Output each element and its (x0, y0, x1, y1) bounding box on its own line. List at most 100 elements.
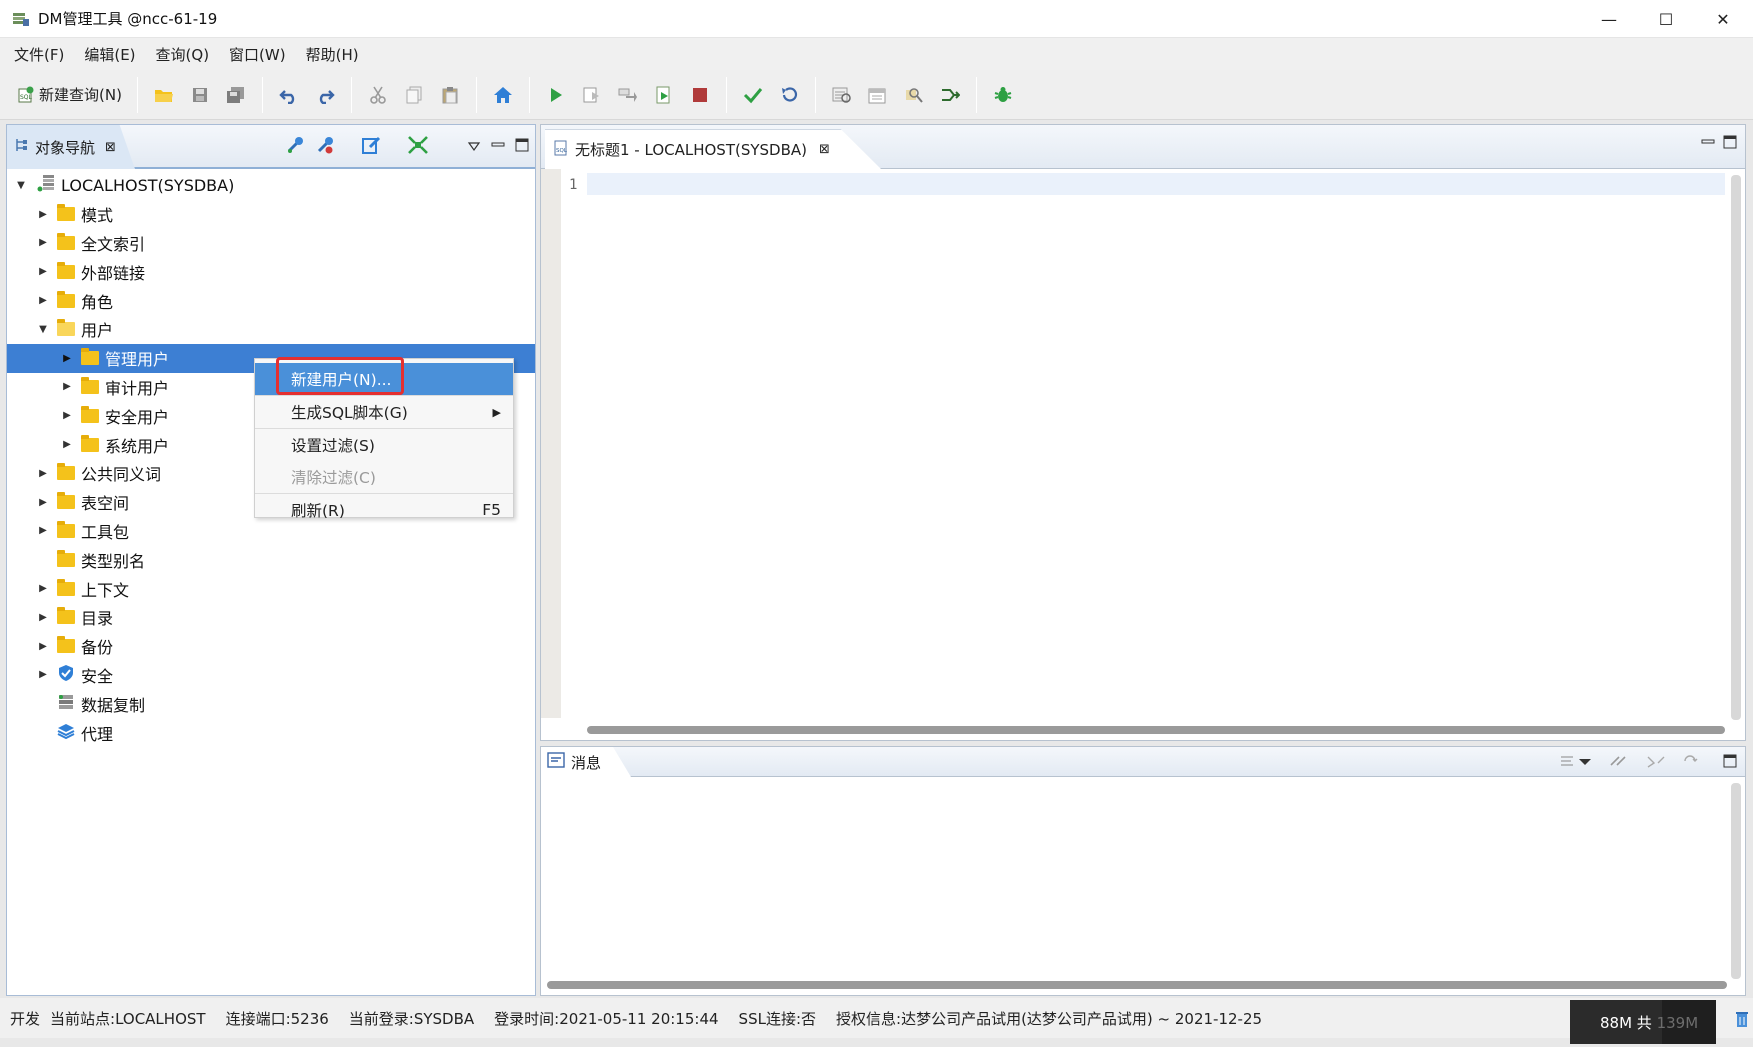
collapse-arrow-icon[interactable]: ▼ (13, 177, 29, 193)
debug-button[interactable] (986, 78, 1020, 112)
new-connection-icon[interactable] (285, 135, 305, 159)
save-all-button[interactable] (219, 78, 253, 112)
expand-arrow-icon[interactable]: ▶ (35, 667, 51, 683)
maximize-messages-icon[interactable] (1723, 754, 1737, 772)
copy-button[interactable] (397, 78, 431, 112)
menu-help[interactable]: 帮助(H) (296, 44, 369, 65)
toolbar-separator (350, 76, 352, 113)
expand-arrow-icon[interactable]: ▶ (35, 638, 51, 654)
menu-clear-filter: 清除过滤(C) (255, 461, 513, 493)
explain-button[interactable] (825, 78, 859, 112)
minimize-panel-icon[interactable] (491, 138, 505, 156)
highlight-box (276, 357, 404, 395)
expand-all-icon[interactable] (407, 135, 429, 159)
editor-horizontal-scrollbar[interactable] (587, 726, 1725, 734)
messages-horizontal-scrollbar[interactable] (547, 981, 1727, 989)
tree-item[interactable]: ▶ 全文索引 (7, 229, 535, 258)
tree-item-label: 角色 (81, 292, 114, 312)
expand-arrow-icon[interactable]: ▶ (59, 437, 75, 453)
maximize-editor-icon[interactable] (1723, 135, 1737, 153)
tab-untitled-query[interactable]: SQL 无标题1 - LOCALHOST(SYSDBA) ⊠ (545, 129, 881, 169)
commit-button[interactable] (736, 78, 770, 112)
messages-vertical-scrollbar[interactable] (1731, 783, 1741, 979)
open-button[interactable] (147, 78, 181, 112)
expand-arrow-icon[interactable]: ▶ (35, 293, 51, 309)
run-button[interactable] (539, 78, 573, 112)
menu-window[interactable]: 窗口(W) (219, 44, 296, 65)
expand-arrow-icon[interactable]: ▶ (35, 581, 51, 597)
tree-item[interactable]: ▶ 备份 (7, 632, 535, 661)
home-button[interactable] (486, 78, 520, 112)
toolbar: SQL 新建查询(N) (0, 70, 1753, 120)
edit-icon[interactable] (361, 135, 381, 159)
menu-edit[interactable]: 编辑(E) (74, 44, 145, 65)
cut-button[interactable] (361, 78, 395, 112)
redo-icon (315, 86, 335, 104)
tree-item[interactable]: ▼ 用户 (7, 315, 535, 344)
expand-arrow-icon[interactable]: ▶ (59, 408, 75, 424)
clear-messages-icon[interactable] (1609, 753, 1629, 773)
tree-item[interactable]: 数据复制 (7, 689, 535, 718)
memory-indicator[interactable]: 88M 共 139M (1570, 1000, 1716, 1044)
step-run-button[interactable] (611, 78, 645, 112)
expand-arrow-icon[interactable]: ▶ (35, 609, 51, 625)
word-wrap-icon[interactable] (1559, 753, 1593, 773)
tree-root[interactable]: ▼ LOCALHOST(SYSDBA) (7, 171, 535, 200)
expand-arrow-icon[interactable]: ▶ (35, 206, 51, 222)
stop-button[interactable] (683, 78, 717, 112)
menu-generate-sql[interactable]: 生成SQL脚本(G) ▶ (255, 396, 513, 428)
tab-messages[interactable]: 消息 (541, 747, 631, 777)
minimize-editor-icon[interactable] (1701, 135, 1715, 153)
schedule-button[interactable] (861, 78, 895, 112)
run-selected-button[interactable] (575, 78, 609, 112)
collapse-arrow-icon[interactable]: ▼ (35, 321, 51, 337)
tree-item[interactable]: ▶ 安全 (7, 661, 535, 690)
toolbar-separator (261, 76, 263, 113)
menu-query[interactable]: 查询(Q) (146, 44, 220, 65)
run-script-button[interactable] (647, 78, 681, 112)
expand-arrow-icon[interactable]: ▶ (59, 350, 75, 366)
expand-arrow-icon[interactable]: ▶ (35, 264, 51, 280)
expand-arrow-icon[interactable]: ▶ (35, 523, 51, 539)
undo-button[interactable] (272, 78, 306, 112)
maximize-button[interactable]: ☐ (1637, 0, 1695, 38)
menu-set-filter[interactable]: 设置过滤(S) (255, 429, 513, 461)
maximize-panel-icon[interactable] (515, 138, 529, 156)
rollback-button[interactable] (772, 78, 806, 112)
garbage-collect-icon[interactable] (1735, 1010, 1749, 1028)
tree-item[interactable]: 类型别名 (7, 545, 535, 574)
new-query-button[interactable]: SQL 新建查询(N) (11, 78, 128, 112)
find-object-button[interactable] (897, 78, 931, 112)
collapse-messages-icon[interactable] (1646, 753, 1666, 773)
minimize-button[interactable]: — (1580, 0, 1638, 38)
tree-item[interactable]: ▶ 目录 (7, 603, 535, 632)
expand-arrow-icon[interactable]: ▶ (59, 379, 75, 395)
close-button[interactable]: ✕ (1694, 0, 1752, 38)
expand-arrow-icon[interactable]: ▶ (35, 465, 51, 481)
menu-refresh[interactable]: 刷新(R) F5 (255, 494, 513, 526)
find-object-icon (904, 86, 924, 104)
expand-messages-icon[interactable] (1681, 753, 1701, 773)
view-menu-icon[interactable] (467, 138, 481, 156)
current-line-highlight[interactable] (587, 173, 1725, 195)
close-tab-icon[interactable]: ⊠ (105, 140, 116, 155)
close-tab-icon[interactable]: ⊠ (819, 142, 830, 157)
paste-button[interactable] (433, 78, 467, 112)
expand-arrow-icon[interactable]: ▶ (35, 235, 51, 251)
tree-item[interactable]: ▶ 模式 (7, 200, 535, 229)
title-bar: DM管理工具 @ncc-61-19 — ☐ ✕ (0, 0, 1753, 38)
paste-icon (441, 86, 459, 104)
folder-icon (57, 290, 75, 308)
redo-button[interactable] (308, 78, 342, 112)
tree-item[interactable]: 代理 (7, 718, 535, 747)
menu-file[interactable]: 文件(F) (4, 44, 74, 65)
editor-vertical-scrollbar[interactable] (1731, 175, 1741, 720)
tree-item[interactable]: ▶ 角色 (7, 286, 535, 315)
tab-object-navigator[interactable]: 对象导航 ⊠ (7, 125, 135, 169)
disconnect-icon[interactable] (315, 135, 335, 159)
save-button[interactable] (183, 78, 217, 112)
migrate-button[interactable] (933, 78, 967, 112)
expand-arrow-icon[interactable]: ▶ (35, 494, 51, 510)
tree-item[interactable]: ▶ 外部链接 (7, 257, 535, 286)
tree-item[interactable]: ▶ 上下文 (7, 574, 535, 603)
